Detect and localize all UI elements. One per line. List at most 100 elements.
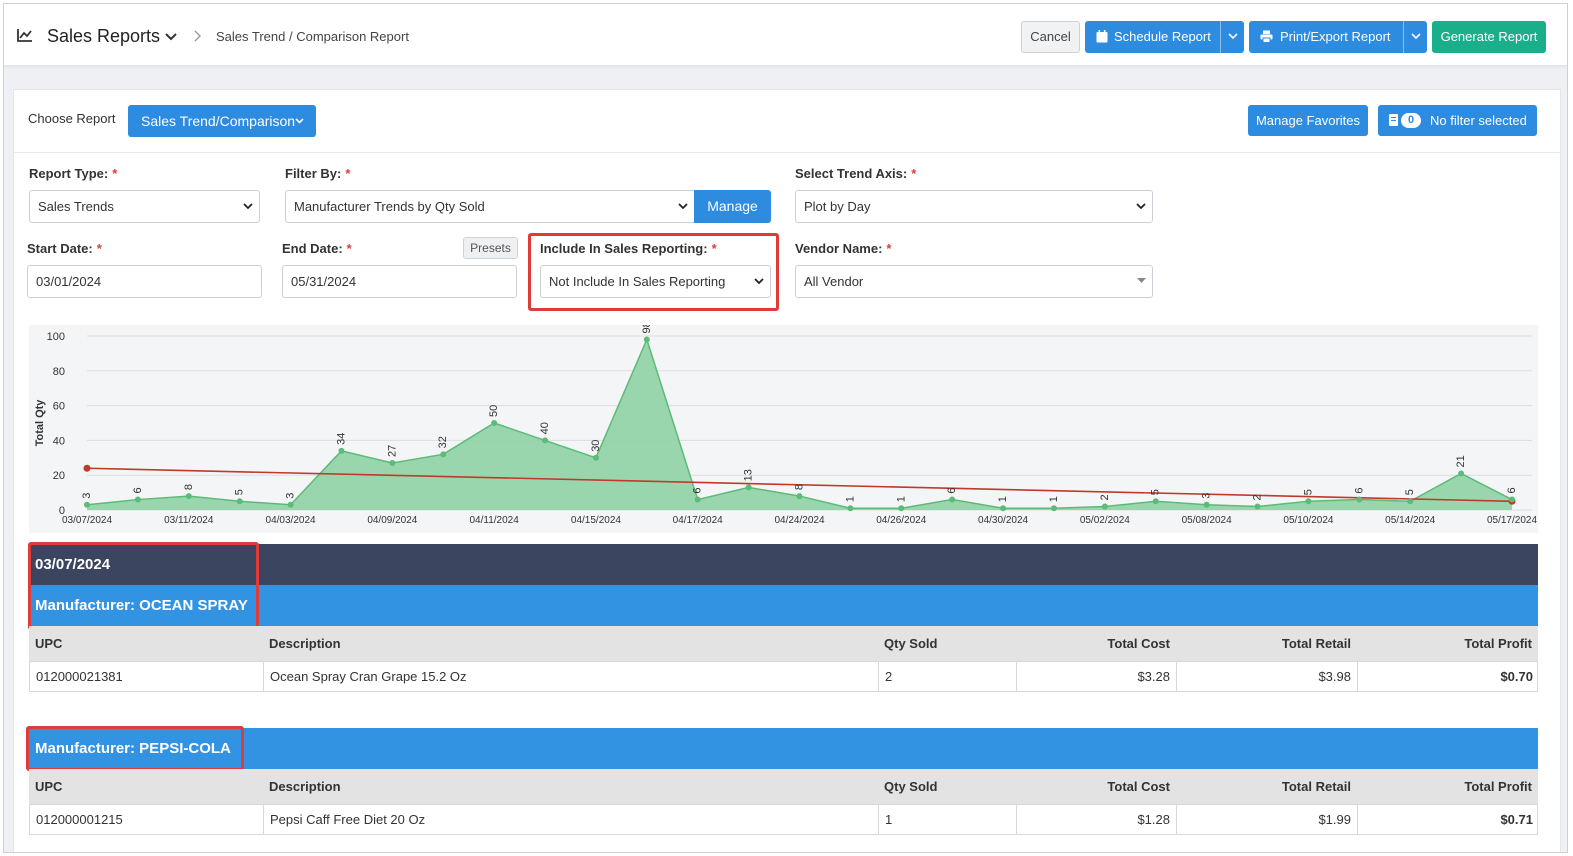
row-total-cost: $3.28	[1017, 662, 1177, 691]
presets-button[interactable]: Presets	[463, 237, 518, 259]
trend-axis-label-text: Select Trend Axis:	[795, 166, 908, 181]
row-description: Ocean Spray Cran Grape 15.2 Oz	[264, 662, 879, 691]
print-export-button[interactable]: Print/Export Report	[1249, 21, 1427, 53]
data-label: 32	[437, 436, 449, 448]
line-chart-icon	[17, 29, 32, 42]
data-label: 6	[1506, 487, 1518, 493]
filter-count-badge: 0	[1401, 113, 1421, 128]
vendor-name-label-text: Vendor Name:	[795, 241, 883, 256]
generate-report-button[interactable]: Generate Report	[1432, 21, 1546, 53]
chevron-down-icon[interactable]	[164, 31, 178, 43]
data-point	[592, 454, 599, 461]
data-label: 5	[1302, 489, 1314, 495]
row-total-retail: $1.99	[1177, 805, 1358, 834]
col-qty-sold: Qty Sold	[884, 636, 938, 651]
top-bar: Sales Reports Sales Trend / Comparison R…	[4, 4, 1567, 66]
data-point	[84, 501, 90, 508]
filter-button[interactable]: 0 No filter selected	[1378, 105, 1537, 136]
x-tick-label: 04/09/2024	[367, 515, 417, 526]
sales-trend-chart: 0 20 40 60 80 100 Total Qty 3 6 8 5 3 34 27 32 50 40 30 98…	[29, 321, 1538, 533]
print-dropdown-toggle[interactable]	[1403, 21, 1427, 53]
table-row: 012000021381 Ocean Spray Cran Grape 15.2…	[29, 661, 1538, 692]
chevron-down-icon	[243, 203, 253, 210]
start-date-input[interactable]: 03/01/2024	[27, 265, 262, 298]
required-mark: *	[886, 241, 892, 256]
data-point	[389, 460, 396, 467]
y-tick-label: 100	[47, 331, 65, 343]
data-point	[1152, 498, 1159, 505]
choose-report-label: Choose Report	[28, 111, 116, 126]
col-description: Description	[269, 779, 341, 794]
trend-axis-label: Select Trend Axis: *	[795, 166, 916, 181]
trend-axis-value: Plot by Day	[804, 199, 871, 214]
data-label: 3	[1201, 493, 1213, 499]
data-label: 6	[1353, 487, 1365, 493]
print-export-label: Print/Export Report	[1280, 29, 1391, 44]
x-tick-label: 03/11/2024	[164, 515, 214, 526]
schedule-report-button[interactable]: Schedule Report	[1085, 21, 1244, 53]
row-upc: 012000021381	[30, 662, 264, 691]
required-mark: *	[112, 166, 118, 181]
schedule-dropdown-toggle[interactable]	[1220, 21, 1244, 53]
app-title[interactable]: Sales Reports	[47, 26, 160, 47]
filter-by-select[interactable]: Manufacturer Trends by Qty Sold	[285, 190, 695, 223]
highlight-include-sales	[528, 233, 779, 311]
chevron-down-icon	[1411, 33, 1421, 40]
col-total-retail: Total Retail	[1281, 779, 1351, 794]
report-type-label-text: Report Type:	[29, 166, 109, 181]
data-point	[1407, 498, 1414, 505]
data-point	[1254, 503, 1261, 510]
x-tick-label: 05/08/2024	[1182, 515, 1232, 526]
required-mark: *	[96, 241, 102, 256]
required-mark: *	[911, 166, 917, 181]
data-label: 6	[946, 487, 958, 493]
data-label: 5	[1404, 489, 1416, 495]
y-tick-label: 20	[53, 470, 65, 482]
report-type-label: Report Type: *	[29, 166, 117, 181]
trend-point	[83, 464, 91, 472]
data-point	[847, 505, 854, 512]
start-date-label-text: Start Date:	[27, 241, 93, 256]
cancel-button[interactable]: Cancel	[1021, 21, 1080, 53]
data-label: 2	[1252, 494, 1264, 500]
required-mark: *	[345, 166, 351, 181]
chevron-right-icon	[194, 30, 201, 42]
report-type-select[interactable]: Sales Trends	[29, 190, 260, 223]
caret-down-icon	[1137, 278, 1146, 283]
data-point	[1356, 496, 1363, 503]
choose-report-dropdown[interactable]: Sales Trend/Comparison	[128, 105, 316, 137]
manage-favorites-button[interactable]: Manage Favorites	[1248, 105, 1368, 136]
end-date-label: End Date: *	[282, 241, 352, 256]
data-label: 21	[1455, 455, 1467, 467]
end-date-input[interactable]: 05/31/2024	[282, 265, 517, 298]
x-tick-label: 05/02/2024	[1080, 515, 1130, 526]
data-point	[338, 447, 345, 454]
data-point	[694, 496, 701, 503]
data-label: 5	[234, 489, 246, 495]
chart-svg: 020406080100Total Qty3685334273250403098…	[34, 321, 1537, 526]
chevron-down-icon	[1228, 33, 1238, 40]
row-total-cost: $1.28	[1017, 805, 1177, 834]
col-total-retail: Total Retail	[1281, 636, 1351, 651]
data-point	[1101, 503, 1108, 510]
trend-axis-select[interactable]: Plot by Day	[795, 190, 1153, 223]
manage-button[interactable]: Manage	[694, 190, 771, 223]
vendor-name-select[interactable]: All Vendor	[795, 265, 1153, 298]
data-label: 34	[335, 433, 347, 445]
data-point	[1458, 470, 1465, 477]
choose-report-value: Sales Trend/Comparison	[141, 113, 296, 129]
col-total-profit: Total Profit	[1464, 779, 1532, 794]
row-qty-sold: 2	[879, 662, 1017, 691]
chevron-down-icon	[295, 118, 304, 124]
x-tick-label: 05/10/2024	[1283, 515, 1333, 526]
end-date-label-text: End Date:	[282, 241, 343, 256]
schedule-report-label: Schedule Report	[1114, 29, 1211, 44]
data-label: 2	[1099, 494, 1111, 500]
calendar-icon	[1096, 30, 1108, 43]
col-description: Description	[269, 636, 341, 651]
row-upc: 012000001215	[30, 805, 264, 834]
filter-by-value: Manufacturer Trends by Qty Sold	[294, 199, 485, 214]
x-tick-label: 04/24/2024	[774, 515, 824, 526]
x-tick-label: 04/11/2024	[469, 515, 519, 526]
data-point	[1203, 501, 1210, 508]
